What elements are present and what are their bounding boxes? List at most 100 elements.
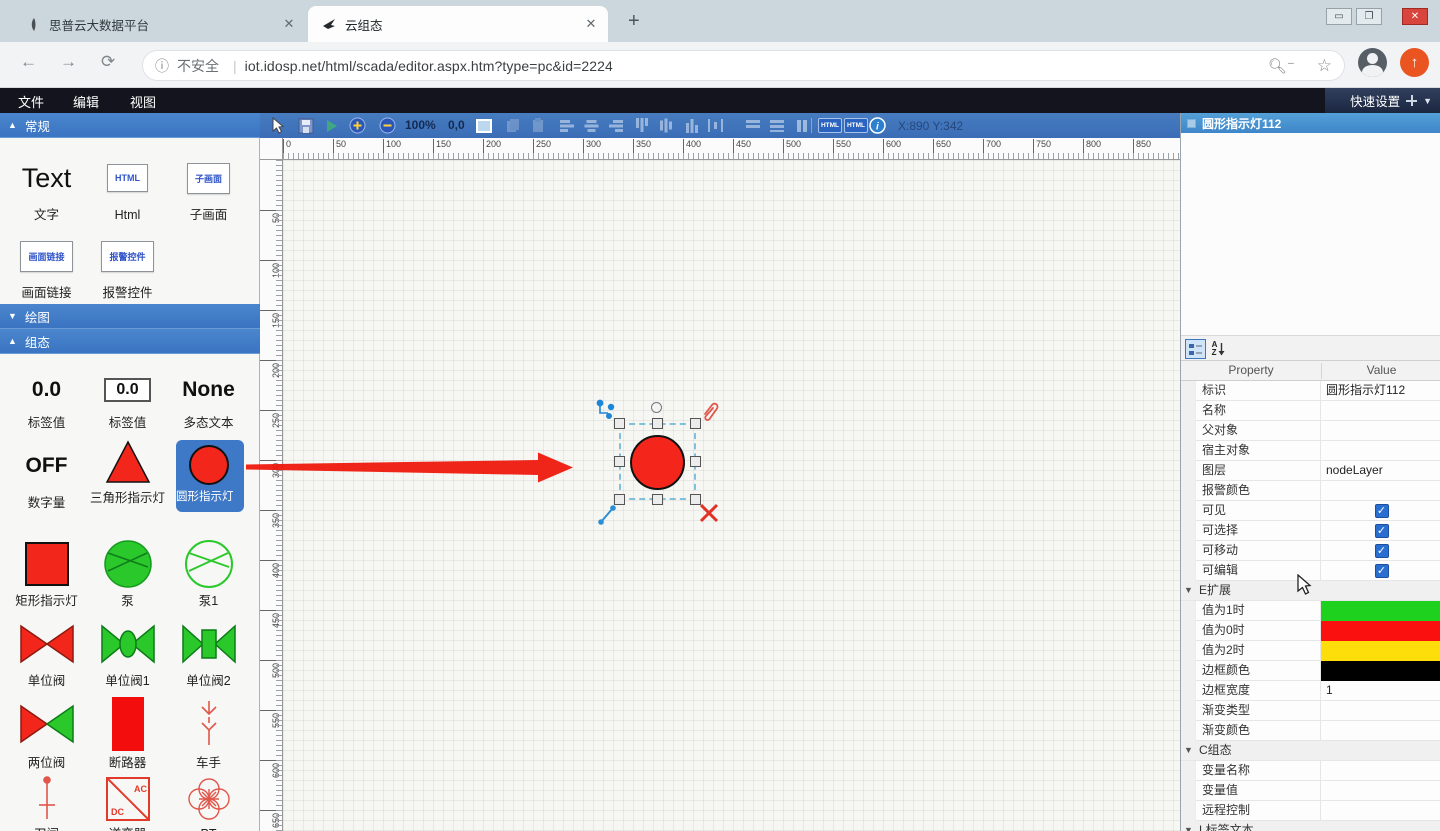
collapse-triangle-icon[interactable]: ▼	[1184, 825, 1193, 831]
palette-item-html[interactable]: HTML Html	[87, 152, 168, 223]
property-row[interactable]: 值为0时	[1181, 621, 1440, 641]
palette-item-text[interactable]: Text 文字	[6, 152, 87, 223]
resize-handle-e[interactable]	[690, 456, 701, 467]
tab-close-icon[interactable]: ✕	[280, 16, 298, 32]
palette-item-digital[interactable]: OFF 数字量	[6, 440, 87, 511]
window-minimize-button[interactable]: ▭	[1326, 8, 1352, 25]
property-row[interactable]: 名称	[1181, 401, 1440, 421]
save-icon[interactable]	[296, 116, 315, 135]
section-header-drawing[interactable]: ▼ 绘图	[0, 304, 260, 329]
palette-item-valve1[interactable]: 单位阀1	[87, 618, 168, 689]
new-tab-button[interactable]: +	[628, 10, 640, 33]
property-row[interactable]: 变量值	[1181, 781, 1440, 801]
palette-item-alarm-widget[interactable]: 报警控件 报警控件	[87, 230, 168, 301]
palette-item-circle-indicator-selected[interactable]: 圆形指示灯	[176, 440, 244, 512]
property-value[interactable]: 1	[1322, 681, 1440, 701]
menu-file[interactable]: 文件	[18, 92, 44, 111]
distribute-horizontal-icon[interactable]	[706, 116, 725, 135]
palette-item-subscreen[interactable]: 子画面 子画面	[168, 152, 249, 223]
back-icon[interactable]: ←	[20, 52, 37, 72]
palette-item-tag-value-boxed[interactable]: 0.0 标签值	[87, 368, 168, 431]
property-row[interactable]: 边框颜色	[1181, 661, 1440, 681]
property-value[interactable]: 圆形指示灯112	[1322, 381, 1440, 401]
property-value[interactable]	[1322, 721, 1440, 741]
property-value[interactable]: ✓	[1322, 521, 1440, 541]
select-cursor-icon[interactable]	[268, 116, 287, 135]
property-row[interactable]: 渐变类型	[1181, 701, 1440, 721]
palette-item-valve[interactable]: 单位阀	[6, 618, 87, 689]
resize-handle-w[interactable]	[614, 456, 625, 467]
html-view-icon[interactable]: HTML	[818, 118, 842, 133]
checkbox-checked-icon[interactable]: ✓	[1375, 504, 1389, 518]
circle-indicator-node[interactable]	[630, 435, 685, 490]
property-row[interactable]: 可选择✓	[1181, 521, 1440, 541]
window-close-button[interactable]: ✕	[1402, 8, 1428, 25]
property-value[interactable]	[1322, 801, 1440, 821]
palette-item-pump1[interactable]: 泵1	[168, 538, 249, 609]
resize-handle-s[interactable]	[652, 494, 663, 505]
delete-x-icon[interactable]	[698, 502, 720, 524]
color-swatch[interactable]	[1321, 601, 1440, 621]
property-value[interactable]	[1322, 481, 1440, 501]
resize-handle-n[interactable]	[652, 418, 663, 429]
chevron-down-icon[interactable]: ▼	[1423, 96, 1432, 106]
info-circle-icon[interactable]: ⓘ	[155, 56, 169, 76]
same-height-icon[interactable]	[768, 116, 787, 135]
checkbox-checked-icon[interactable]: ✓	[1375, 524, 1389, 538]
connector-tool-icon[interactable]	[596, 399, 618, 421]
categorized-view-icon[interactable]	[1185, 339, 1206, 359]
collapse-triangle-icon[interactable]: ▼	[1184, 745, 1193, 755]
bookmark-star-icon[interactable]: ☆	[1317, 56, 1332, 76]
dock-icon[interactable]	[1406, 95, 1417, 106]
align-top-icon[interactable]	[632, 116, 651, 135]
run-icon[interactable]	[322, 116, 341, 135]
property-category-row[interactable]: ▼C组态	[1181, 741, 1440, 761]
forward-icon[interactable]: →	[60, 52, 77, 72]
paste-icon[interactable]	[528, 116, 547, 135]
reload-icon[interactable]: ⟳	[101, 52, 115, 72]
property-row[interactable]: 图层nodeLayer	[1181, 461, 1440, 481]
color-swatch[interactable]	[1321, 641, 1440, 661]
align-bottom-icon[interactable]	[682, 116, 701, 135]
property-row[interactable]: 可见✓	[1181, 501, 1440, 521]
palette-item-pt[interactable]: PT	[168, 775, 249, 831]
section-header-general[interactable]: ▲ 常规	[0, 113, 260, 138]
property-value[interactable]	[1322, 761, 1440, 781]
align-middle-icon[interactable]	[656, 116, 675, 135]
palette-item-tag-value[interactable]: 0.0 标签值	[6, 368, 87, 431]
align-left-icon[interactable]	[558, 116, 577, 135]
property-value[interactable]: nodeLayer	[1322, 461, 1440, 481]
property-row[interactable]: 宿主对象	[1181, 441, 1440, 461]
sort-alphabetical-icon[interactable]: AZ	[1208, 339, 1229, 359]
checkbox-checked-icon[interactable]: ✓	[1375, 564, 1389, 578]
property-value[interactable]: ✓	[1322, 541, 1440, 561]
collapse-triangle-icon[interactable]: ▼	[1184, 585, 1193, 595]
property-row[interactable]: 远程控制	[1181, 801, 1440, 821]
palette-item-inverter[interactable]: AC DC 逆变器	[87, 775, 168, 831]
copy-icon[interactable]	[503, 116, 522, 135]
property-category-row[interactable]: ▼L标签文本	[1181, 821, 1440, 831]
property-value[interactable]	[1322, 701, 1440, 721]
palette-item-two-state-valve[interactable]: 两位阀	[6, 696, 87, 771]
align-right-icon[interactable]	[606, 116, 625, 135]
zoom-out-icon[interactable]	[378, 116, 397, 135]
palette-item-multistate-text[interactable]: None 多态文本	[168, 368, 249, 431]
address-bar[interactable]: ⓘ 不安全 | iot.idosp.net/html/scada/editor.…	[142, 50, 1345, 81]
menu-view[interactable]: 视图	[130, 92, 156, 111]
browser-tab-1[interactable]: 思普云大数据平台 ✕	[14, 6, 304, 42]
property-row[interactable]: 报警颜色	[1181, 481, 1440, 501]
quick-settings[interactable]: 快速设置 ▼	[1325, 88, 1440, 113]
palette-item-trolley[interactable]: 车手	[168, 696, 249, 771]
tab-close-icon[interactable]: ✕	[582, 16, 600, 32]
checkbox-checked-icon[interactable]: ✓	[1375, 544, 1389, 558]
paperclip-icon[interactable]	[699, 400, 721, 424]
browser-tab-2[interactable]: 云组态 ✕	[308, 6, 608, 42]
link-point-icon[interactable]	[596, 499, 620, 527]
palette-item-knife-switch[interactable]: 刀闸	[6, 775, 87, 831]
palette-item-valve2[interactable]: 单位阀2	[168, 618, 249, 689]
palette-item-triangle-indicator[interactable]: 三角形指示灯	[87, 437, 168, 506]
browser-update-icon[interactable]: ↑	[1400, 48, 1429, 77]
palette-item-breaker[interactable]: 断路器	[87, 696, 168, 771]
property-value[interactable]: ✓	[1322, 561, 1440, 581]
property-value[interactable]: ✓	[1322, 501, 1440, 521]
